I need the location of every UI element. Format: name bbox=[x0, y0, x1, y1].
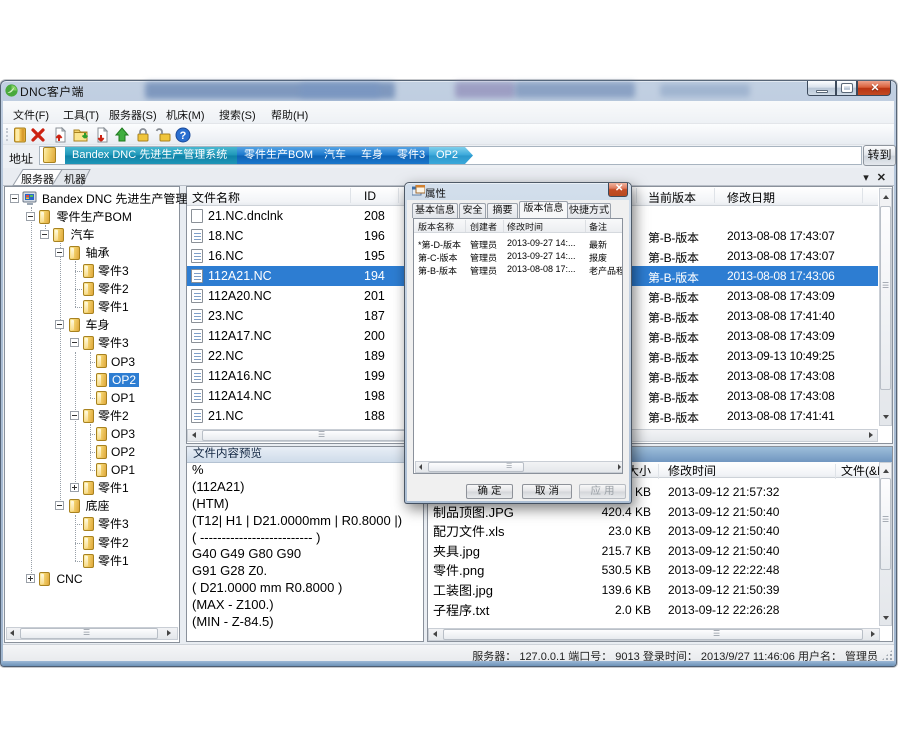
svg-text:?: ? bbox=[180, 130, 187, 142]
